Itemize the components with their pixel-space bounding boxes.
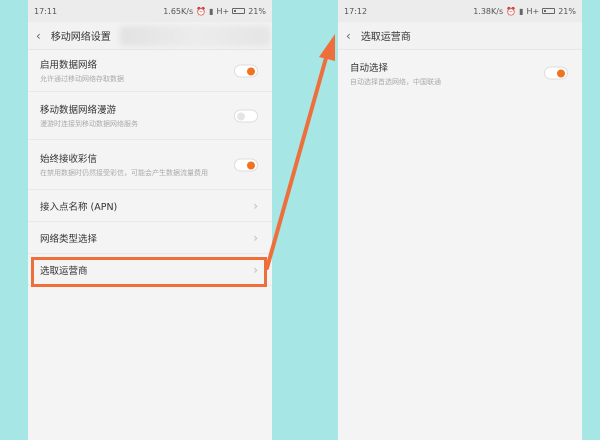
annotation-arrow [265, 34, 335, 270]
arrow-line [265, 56, 328, 270]
arrow-head-icon [319, 34, 335, 61]
